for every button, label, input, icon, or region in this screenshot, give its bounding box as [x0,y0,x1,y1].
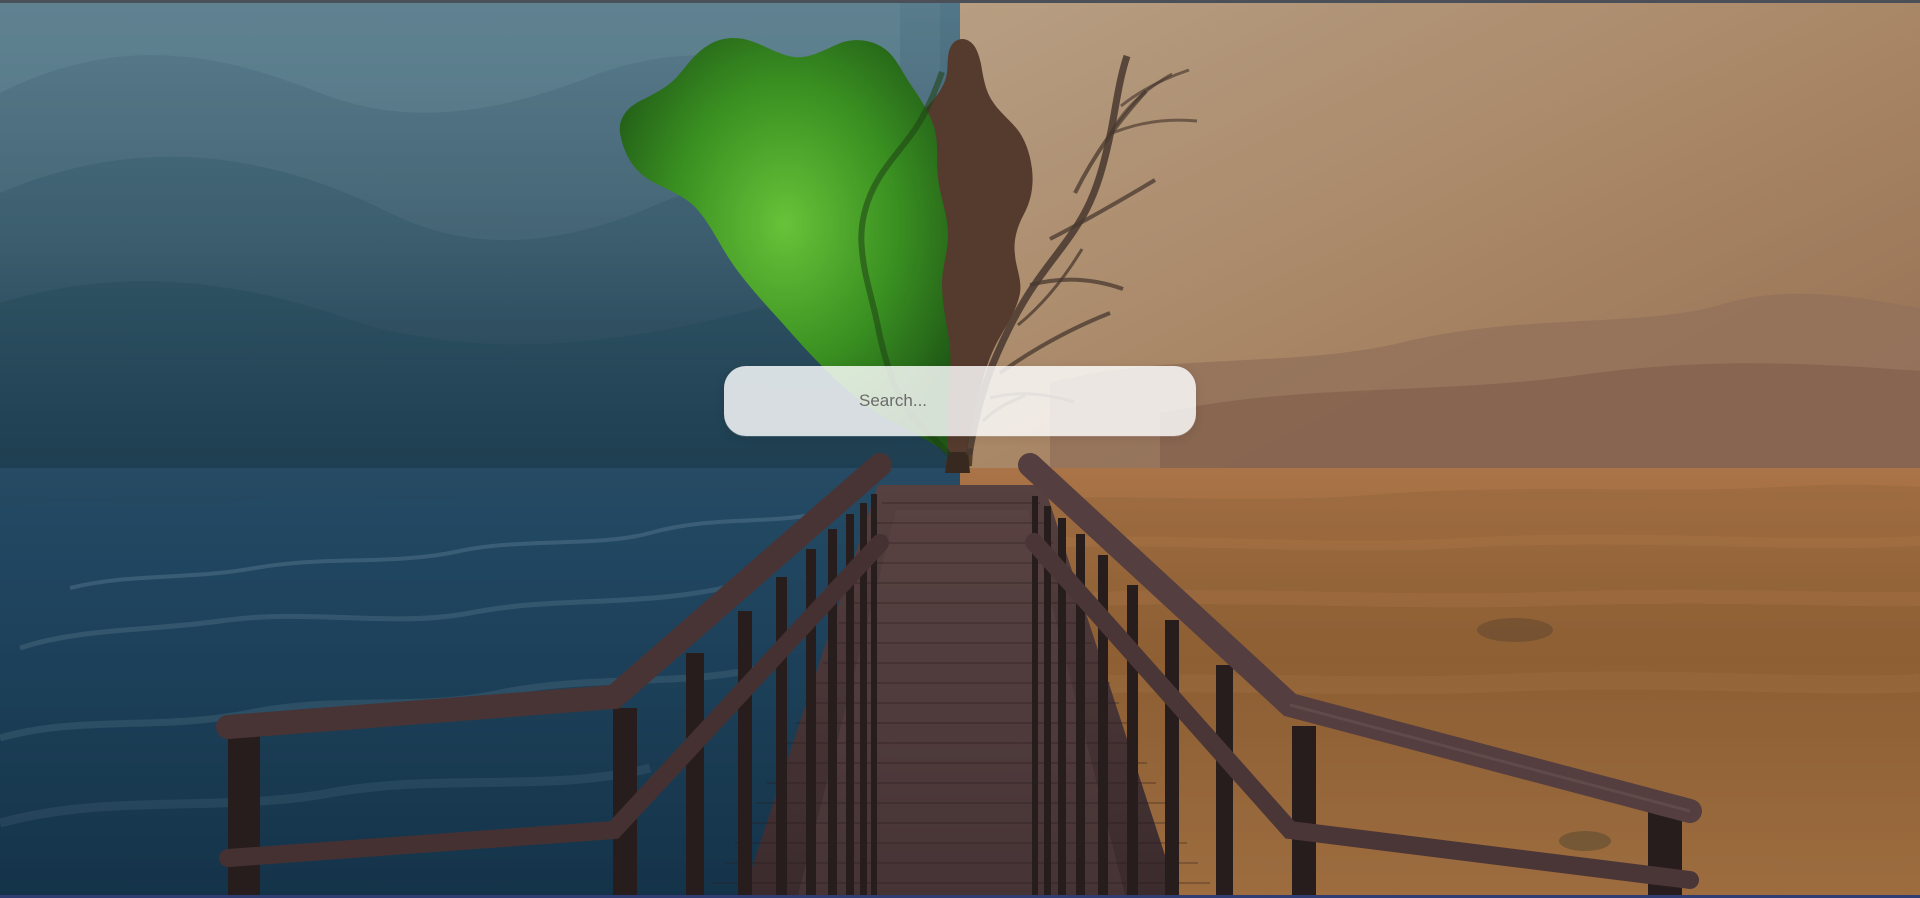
search-home-page [0,0,1920,898]
top-window-border [0,0,1920,3]
search-box[interactable] [724,366,1196,436]
split-landscape-background [0,3,1920,895]
search-input[interactable] [724,366,1196,436]
background-artwork [0,3,1920,895]
